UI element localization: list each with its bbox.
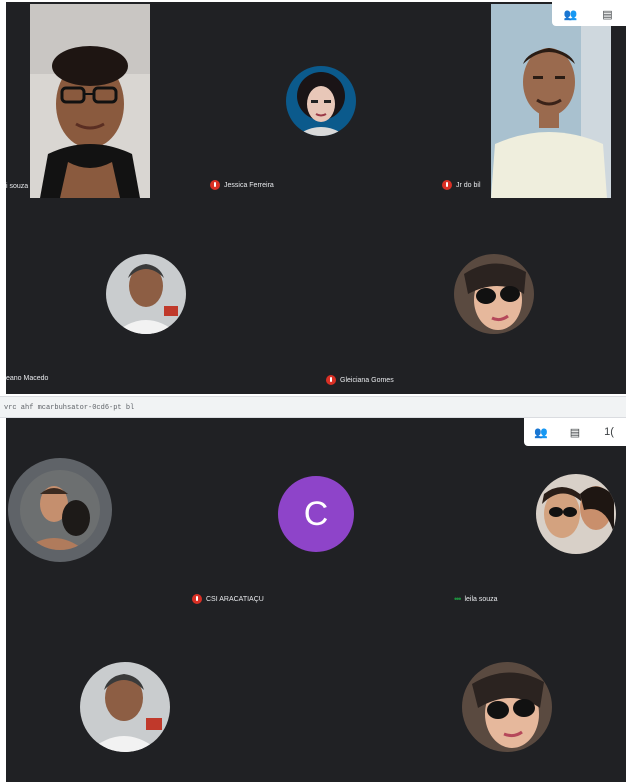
participant-initial-avatar[interactable]: C	[278, 476, 354, 552]
bottom-toolbar: 👥 ▤ 1(	[524, 418, 626, 446]
address-bar-text: vrc ahf mcarbuhsator-0cd6-pt bl	[4, 404, 135, 412]
mic-off-icon	[326, 375, 336, 385]
participant-label: CSI ARACATIAÇU	[206, 595, 264, 603]
participant-avatar-jessica[interactable]	[286, 66, 356, 136]
participant-video-man[interactable]	[491, 4, 611, 198]
top-meet-panel: i souza Jessica Ferreira Jr do bil 👥 ▤ e…	[6, 2, 626, 394]
participant-name-5: Gleiciana Gomes	[326, 375, 394, 385]
chat-icon[interactable]: ▤	[564, 423, 586, 441]
participant-avatar-man-cap[interactable]	[106, 254, 186, 334]
participant-name-csi: CSI ARACATIAÇU	[192, 594, 264, 604]
top-toolbar: 👥 ▤	[552, 2, 626, 26]
participant-name-4: eano Macedo	[6, 375, 48, 382]
mic-off-icon	[210, 180, 220, 190]
address-bar[interactable]: vrc ahf mcarbuhsator-0cd6-pt bl	[0, 396, 626, 418]
mic-off-icon	[442, 180, 452, 190]
participant-avatar-man-cap-2[interactable]	[80, 662, 170, 752]
people-icon[interactable]: 👥	[530, 423, 552, 441]
participant-name-leila: ••• leila souza	[454, 594, 498, 604]
participant-avatar-woman-sunglasses-2[interactable]	[462, 662, 552, 752]
participant-label: i souza	[6, 183, 29, 190]
participant-avatar-woman-sunglasses[interactable]	[454, 254, 534, 334]
mic-off-icon	[192, 594, 202, 604]
participant-label: eano Macedo	[6, 375, 49, 382]
participant-video-woman-glasses[interactable]	[30, 4, 150, 198]
avatar-initial: C	[303, 494, 329, 533]
participant-avatar-leila[interactable]	[536, 474, 616, 554]
participant-name-3: Jr do bil	[442, 180, 481, 190]
participant-name-2: Jessica Ferreira	[210, 180, 274, 190]
participant-label: Gleiciana Gomes	[340, 376, 394, 384]
participant-label: Jessica Ferreira	[224, 181, 274, 189]
bottom-meet-panel: 👥 ▤ 1( C CSI ARACATIAÇU ••• leila souza	[6, 418, 626, 782]
toolbar-extra[interactable]: 1(	[598, 423, 620, 441]
participant-name-1: i souza	[6, 183, 28, 190]
speaking-indicator-icon: •••	[454, 594, 462, 604]
people-icon[interactable]: 👥	[560, 5, 582, 23]
participant-label: Jr do bil	[456, 181, 481, 189]
participant-avatar-man-with-dog[interactable]	[20, 470, 100, 550]
chat-icon[interactable]: ▤	[597, 5, 619, 23]
participant-label: leila souza	[464, 595, 498, 603]
